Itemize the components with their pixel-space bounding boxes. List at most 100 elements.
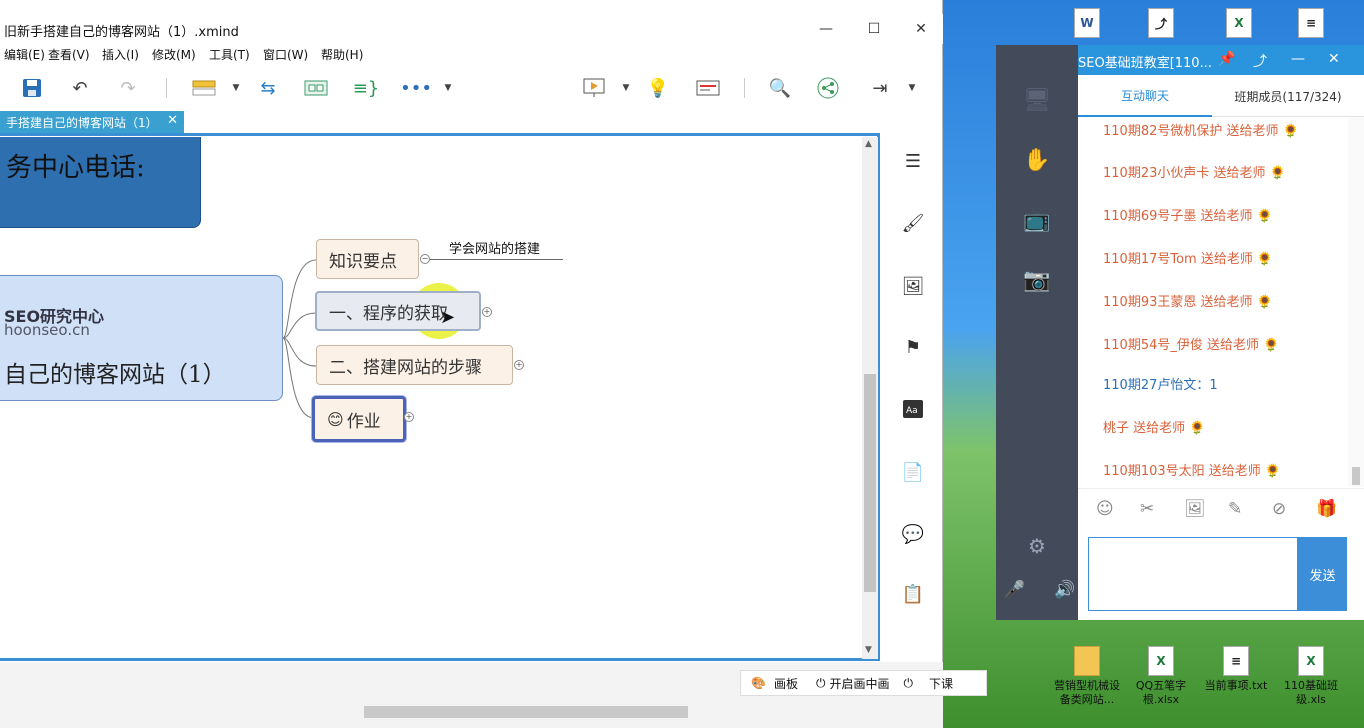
chat-message: 110期103号太阳 送给老师 🌻: [1103, 464, 1281, 479]
settings-icon[interactable]: ⚙: [1022, 531, 1052, 561]
central-title: 自己的博客网站（1）: [4, 362, 226, 388]
tab-members[interactable]: 班期成员(117/324): [1212, 75, 1364, 117]
branch-homework[interactable]: 😊 作业: [312, 396, 406, 442]
palette-icon[interactable]: 🎨: [751, 676, 766, 690]
scroll-thumb[interactable]: [864, 374, 876, 592]
excel-file-icon: X: [1148, 646, 1174, 676]
microphone-icon[interactable]: 🎤: [1004, 580, 1025, 600]
end-class-button[interactable]: 下课: [929, 675, 953, 692]
pip-button[interactable]: 开启画中画: [829, 675, 889, 692]
close-button[interactable]: ✕: [911, 19, 931, 39]
font-icon[interactable]: Aa: [900, 396, 926, 422]
text-file-icon: ≡: [1223, 646, 1249, 676]
class-title: SEO基础班教室[110...: [1078, 56, 1212, 71]
desktop-icon-xls[interactable]: X 110基础班级.xls: [1276, 646, 1346, 707]
scroll-up-icon[interactable]: ▲: [865, 139, 872, 149]
chat-scrollbar[interactable]: [1348, 117, 1364, 487]
chat-message: 桃子 送给老师 🌻: [1103, 421, 1206, 436]
desktop-icon-excel[interactable]: X: [1204, 8, 1274, 38]
desktop-icon-label: QQ五笔字根.xlsx: [1135, 679, 1187, 706]
xmind-window: 旧新手搭建自己的博客网站（1）.xmind — ☐ ✕ 编辑(E) 查看(V) …: [0, 0, 943, 728]
branch-label: 知识要点: [329, 251, 397, 272]
central-topic[interactable]: SEO研究中心 hoonseo.cn 自己的博客网站（1）: [0, 275, 283, 401]
scroll-thumb[interactable]: [1352, 467, 1360, 485]
branch-label: 一、程序的获取: [329, 303, 448, 324]
text-file-icon: ≡: [1298, 8, 1324, 38]
class-window: 🖥 ✋ 📺 📷 ⚙ 🎤 🔊 SEO基础班教室[110... 📌 ⤴ — ✕ 互动…: [996, 45, 1364, 620]
subtopic-line: [430, 259, 563, 260]
folder-icon: [1074, 646, 1100, 676]
chevron-down-icon[interactable]: ▼: [906, 74, 918, 102]
power-icon: ⏻: [903, 675, 913, 690]
chat-input[interactable]: [1088, 537, 1298, 611]
gift-icon[interactable]: 🎁: [1316, 499, 1337, 519]
svg-text:Aa: Aa: [906, 406, 918, 416]
desktop-icon-label: 110基础班级.xls: [1284, 679, 1338, 706]
comment-icon[interactable]: 💬: [900, 521, 926, 547]
palette-button[interactable]: 画板: [774, 675, 798, 692]
desktop-icon-xlsx[interactable]: X QQ五笔字根.xlsx: [1126, 646, 1196, 707]
desktop-icon-shortcut[interactable]: ⤴: [1126, 8, 1196, 38]
desktop-icon-txt[interactable]: ≡ 当前事项.txt: [1201, 646, 1271, 693]
smiley-icon: 😊: [327, 409, 344, 429]
notes-icon[interactable]: 📄: [900, 459, 926, 485]
chat-tabs: 互动聊天 班期成员(117/324): [1078, 75, 1364, 117]
emoji-icon[interactable]: ☺: [1096, 499, 1114, 519]
chat-message: 110期27卢怡文：1: [1103, 378, 1218, 393]
branch-label: 二、搭建网站的步骤: [329, 357, 482, 378]
minimize-icon[interactable]: —: [1291, 51, 1305, 67]
camera-icon[interactable]: 📷: [1022, 265, 1052, 295]
vertical-scrollbar[interactable]: ▲ ▼: [862, 137, 878, 659]
class-title-bar: SEO基础班教室[110... 📌 ⤴ — ✕: [1078, 45, 1364, 75]
chat-messages: 110期82号微机保护 送给老师 🌻 110期23小伙声卡 送给老师 🌻 110期6…: [1078, 117, 1352, 487]
expand-icon[interactable]: +: [482, 307, 492, 317]
flower-icon: 🌻: [1264, 464, 1281, 479]
mouse-pointer-icon: ➤: [440, 307, 456, 328]
desktop-icon-doc[interactable]: ≡: [1276, 8, 1346, 38]
expand-icon[interactable]: +: [404, 412, 414, 422]
flower-icon: 🌻: [1269, 166, 1286, 181]
close-icon[interactable]: ✕: [1328, 51, 1340, 67]
branch-knowledge[interactable]: 知识要点: [316, 239, 419, 279]
flower-icon: 🌻: [1256, 209, 1273, 224]
desktop-icon-label: 当前事项.txt: [1204, 679, 1268, 692]
pin-icon[interactable]: 📌: [1218, 51, 1235, 67]
scroll-down-icon[interactable]: ▼: [865, 645, 872, 655]
image-icon[interactable]: 🖼: [1184, 499, 1206, 519]
desktop-icon-label: 营销型机械设备类网站...: [1054, 679, 1120, 706]
block-icon[interactable]: ⊘: [1272, 499, 1286, 519]
edit-icon[interactable]: ✎: [1228, 499, 1242, 519]
speaker-icon[interactable]: 🔊: [1054, 580, 1075, 600]
desktop-icon-word[interactable]: W: [1052, 8, 1122, 38]
collapse-icon[interactable]: −: [420, 254, 430, 264]
tab-chat[interactable]: 互动聊天: [1078, 75, 1212, 117]
phone-topic[interactable]: 务中心电话:: [0, 137, 201, 228]
horizontal-scrollbar[interactable]: [364, 706, 688, 718]
marker-flag-icon[interactable]: ⚑: [900, 334, 926, 360]
chat-message: 110期54号_伊俊 送给老师 🌻: [1103, 338, 1280, 353]
task-icon[interactable]: 📋: [900, 581, 926, 607]
format-brush-icon[interactable]: 🖌: [900, 210, 926, 236]
share-icon[interactable]: ⤴: [1253, 51, 1267, 71]
flower-icon: 🌻: [1263, 338, 1280, 353]
scissors-icon[interactable]: ✂: [1140, 499, 1154, 519]
branch-label: 作业: [346, 411, 381, 432]
subtopic-label[interactable]: 学会网站的搭建: [449, 238, 540, 257]
expand-icon[interactable]: +: [514, 360, 524, 370]
chat-message: 110期69号子墨 送给老师 🌻: [1103, 209, 1273, 224]
outline-view-icon[interactable]: ☰: [900, 148, 926, 174]
branch-build-steps[interactable]: 二、搭建网站的步骤: [316, 345, 513, 385]
video-icon[interactable]: 📺: [1022, 205, 1052, 235]
image-icon[interactable]: 🖼: [900, 273, 926, 299]
live-control-bar: 🎨 画板 ⏻ 开启画中画 ⏻ 下课: [740, 670, 987, 696]
desktop-icon-folder[interactable]: 营销型机械设备类网站...: [1052, 646, 1122, 707]
chat-message: 110期82号微机保护 送给老师 🌻: [1103, 124, 1299, 139]
hand-icon[interactable]: ✋: [1022, 145, 1052, 175]
send-button[interactable]: 发送: [1298, 537, 1347, 611]
branch-get-program[interactable]: 一、程序的获取: [315, 291, 481, 331]
excel-file-icon: X: [1298, 646, 1324, 676]
side-panel: ☰ 🖌 🖼 ⚑ Aa 📄 💬 📋: [884, 133, 942, 661]
screen-share-icon[interactable]: 🖥: [1022, 85, 1052, 115]
excel-file-icon: X: [1226, 8, 1252, 38]
flower-icon: 🌻: [1256, 295, 1273, 310]
